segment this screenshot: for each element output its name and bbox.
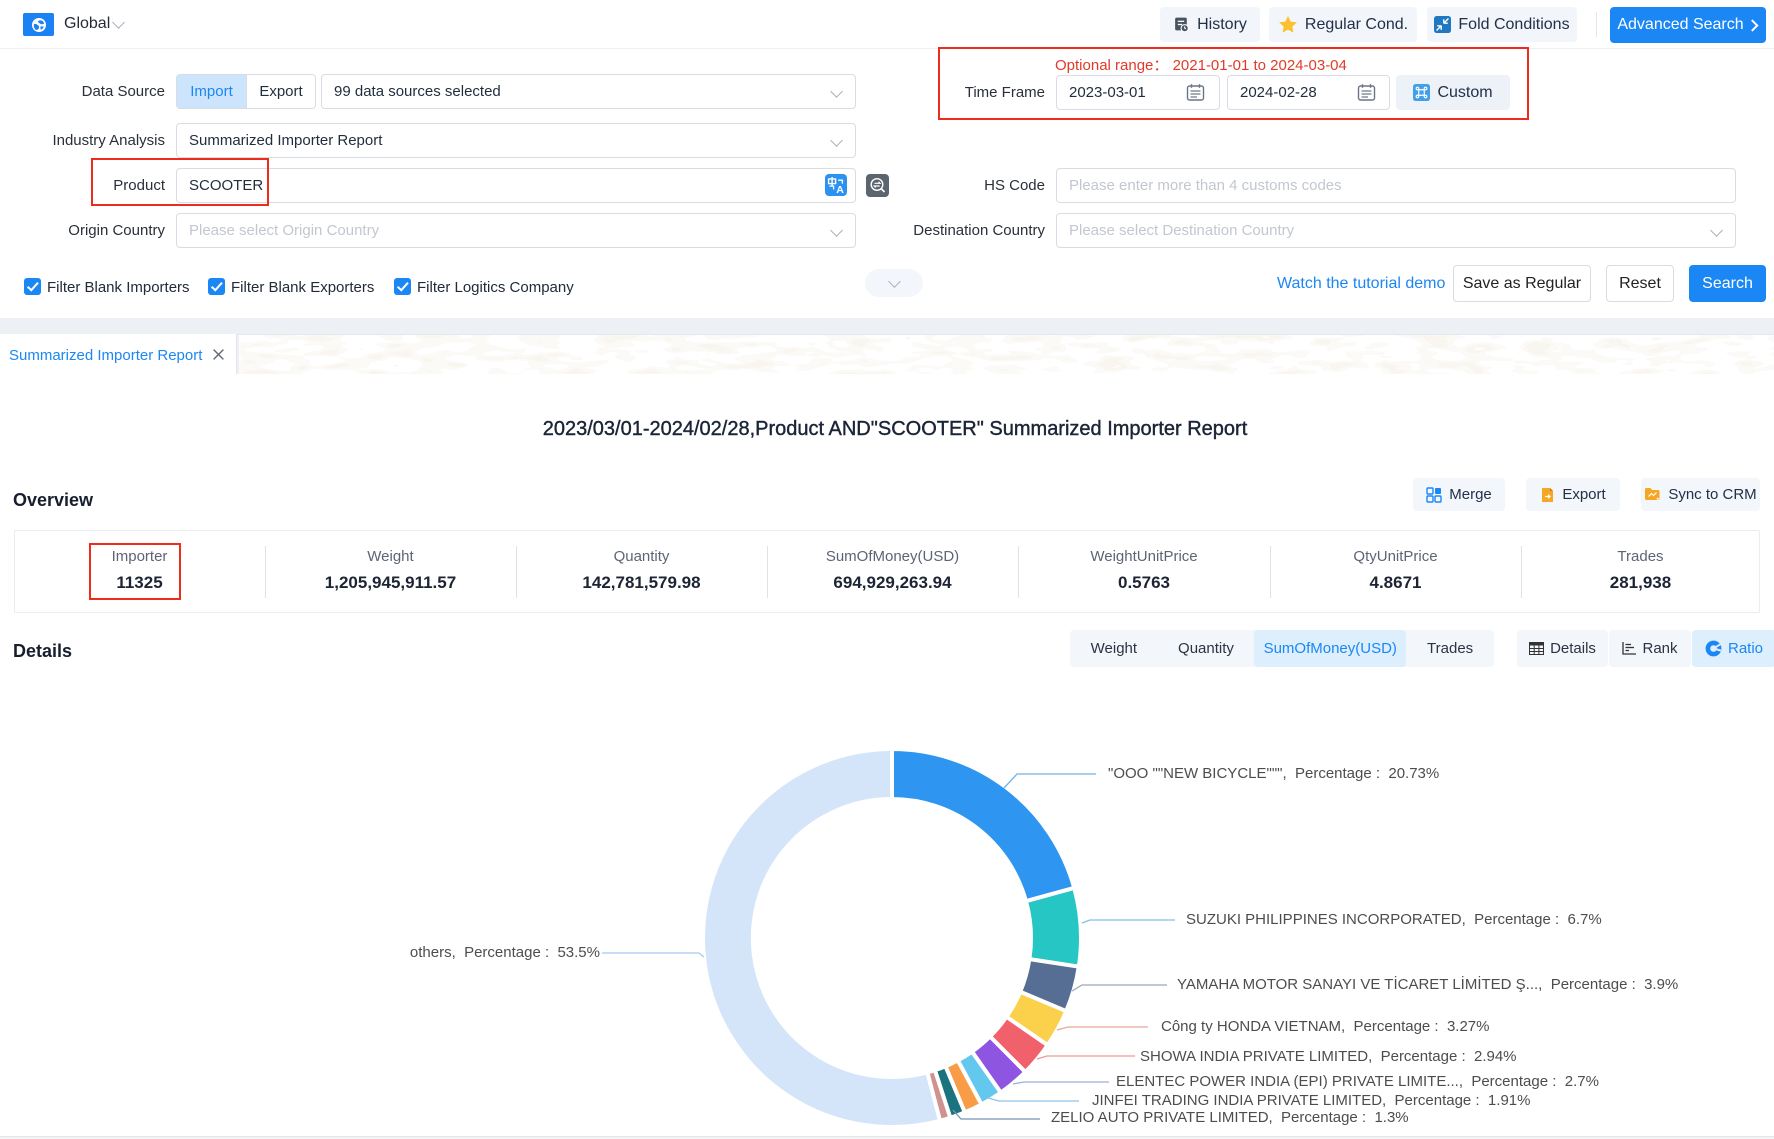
svg-text:A: A bbox=[836, 184, 844, 196]
